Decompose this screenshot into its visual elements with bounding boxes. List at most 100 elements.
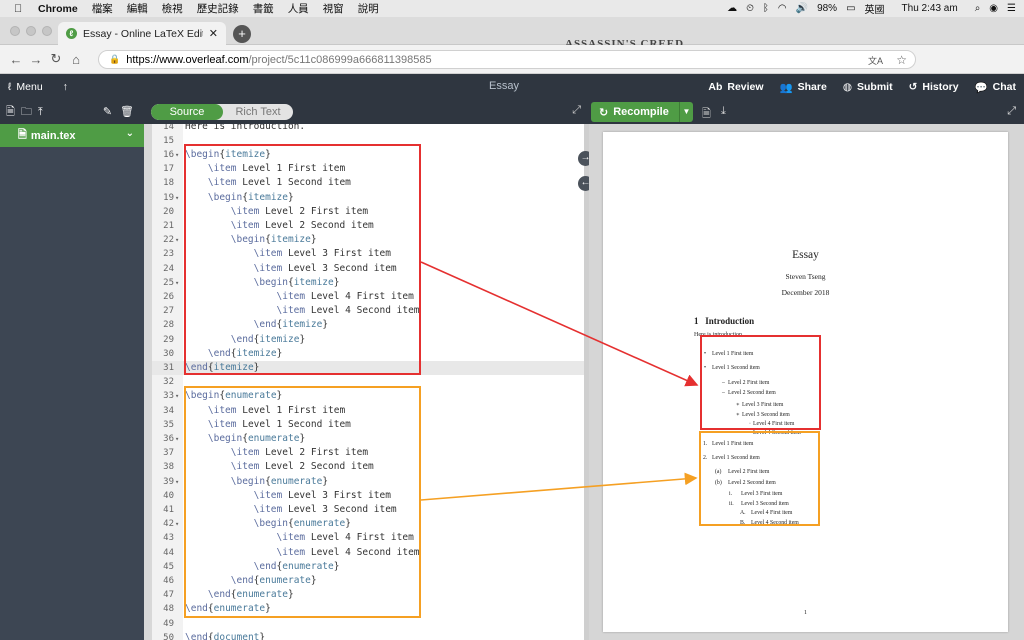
fold-arrow-icon[interactable]: ▾ bbox=[175, 233, 179, 247]
section-heading: 1 Introduction bbox=[694, 316, 755, 326]
line-number: 17 bbox=[163, 164, 174, 175]
submit-button[interactable]: ◍ Submit bbox=[843, 81, 893, 93]
lock-icon[interactable]: 🔒 bbox=[109, 54, 120, 65]
itemize-code-highlight-box bbox=[184, 144, 421, 375]
code-line[interactable]: 14 Here is introduction. bbox=[152, 124, 584, 134]
recompile-button[interactable]: ↻ Recompile ▼ bbox=[591, 102, 693, 122]
new-tab-button[interactable]: + bbox=[233, 25, 251, 43]
close-tab-icon[interactable]: ✕ bbox=[209, 27, 218, 40]
line-number: 21 bbox=[163, 220, 174, 231]
recompile-dropdown-icon[interactable]: ▼ bbox=[679, 102, 693, 122]
clock-history-icon[interactable]: ⏲ bbox=[746, 3, 754, 14]
menubar-item[interactable]: 人員 bbox=[288, 1, 309, 16]
file-item-main-tex[interactable]: 🗎 main.tex ⌄ bbox=[0, 124, 144, 147]
fold-arrow-icon[interactable]: ▾ bbox=[175, 432, 179, 446]
fold-arrow-icon[interactable]: ▾ bbox=[175, 148, 179, 162]
project-name[interactable]: Essay bbox=[489, 80, 519, 92]
line-number: 25 bbox=[163, 277, 174, 288]
code-text: \end{document} bbox=[185, 631, 266, 640]
bookmark-star-icon[interactable]: ☆ bbox=[896, 53, 907, 67]
upload-icon[interactable]: ⤒ bbox=[38, 106, 43, 119]
clock[interactable]: Thu 2:43 am bbox=[902, 3, 958, 14]
new-file-icon[interactable]: 🗎 bbox=[6, 103, 15, 122]
new-folder-icon[interactable]: 🗀 bbox=[21, 103, 32, 122]
fold-arrow-icon[interactable]: ▾ bbox=[175, 276, 179, 290]
fold-arrow-icon[interactable]: ▾ bbox=[175, 475, 179, 489]
back-icon[interactable]: ← bbox=[6, 52, 26, 67]
download-pdf-icon[interactable]: ⤓ bbox=[721, 105, 726, 118]
line-number: 41 bbox=[163, 504, 174, 515]
browser-tab[interactable]: ℓ Essay - Online LaTeX Editor Ov ✕ bbox=[58, 22, 226, 45]
rename-pencil-icon[interactable]: ✎ bbox=[103, 105, 112, 118]
file-tree-toolbar: 🗎 🗀 ⤒ ✎ 🗑 bbox=[0, 100, 144, 124]
share-button[interactable]: 👥 Share bbox=[780, 81, 827, 94]
sidebar-resize-handle[interactable] bbox=[144, 124, 152, 640]
apple-icon[interactable]:  bbox=[14, 3, 28, 15]
chat-icon: 💬 bbox=[974, 81, 988, 94]
home-icon[interactable]: ⌂ bbox=[66, 52, 86, 67]
view-logs-icon[interactable]: 🗎 bbox=[702, 105, 711, 124]
fold-arrow-icon[interactable]: ▾ bbox=[175, 389, 179, 403]
translate-icon[interactable]: 文A bbox=[868, 54, 883, 67]
file-icon: 🗎 bbox=[18, 129, 27, 141]
line-number: 44 bbox=[163, 547, 174, 558]
expand-pdf-icon[interactable]: ⤢ bbox=[1007, 105, 1016, 118]
menubar-item[interactable]: 編輯 bbox=[127, 1, 148, 16]
forward-icon[interactable]: → bbox=[26, 52, 46, 67]
review-button[interactable]: Ab Review bbox=[708, 81, 763, 93]
siri-icon[interactable]: ◉ bbox=[989, 3, 998, 14]
search-icon[interactable]: ⌕ bbox=[975, 3, 981, 14]
battery-icon[interactable]: ▭ bbox=[846, 3, 855, 14]
fold-arrow-icon[interactable]: ▾ bbox=[175, 191, 179, 205]
line-number: 20 bbox=[163, 206, 174, 217]
line-number: 46 bbox=[163, 575, 174, 586]
history-button[interactable]: ↺ History bbox=[909, 81, 959, 93]
wifi-icon[interactable]: ◠ bbox=[778, 3, 787, 14]
minimize-window-button[interactable] bbox=[26, 26, 36, 36]
line-number: 38 bbox=[163, 462, 174, 473]
menubar-item[interactable]: 歷史記錄 bbox=[197, 1, 239, 16]
doc-date: December 2018 bbox=[781, 288, 830, 297]
notification-center-icon[interactable]: ☰ bbox=[1007, 3, 1016, 14]
editor-toolbar: Source Rich Text ⤢ bbox=[144, 100, 589, 124]
line-number: 16 bbox=[163, 149, 174, 160]
close-window-button[interactable] bbox=[10, 26, 20, 36]
menu-button[interactable]: ℓ Menu bbox=[8, 81, 43, 93]
chat-button[interactable]: 💬 Chat bbox=[975, 81, 1016, 94]
menubar-item[interactable]: 檔案 bbox=[92, 1, 113, 16]
line-number: 27 bbox=[163, 306, 174, 317]
doc-author: Steven Tseng bbox=[785, 272, 826, 281]
rich-text-mode-button[interactable]: Rich Text bbox=[223, 104, 293, 120]
source-mode-button[interactable]: Source bbox=[151, 104, 223, 120]
zoom-window-button[interactable] bbox=[42, 26, 52, 36]
tab-title: Essay - Online LaTeX Editor Ov bbox=[83, 27, 203, 40]
chevron-down-icon[interactable]: ⌄ bbox=[126, 128, 134, 139]
line-number: 49 bbox=[163, 618, 174, 629]
fold-arrow-icon[interactable]: ▾ bbox=[175, 517, 179, 531]
line-number: 36 bbox=[163, 433, 174, 444]
expand-editor-icon[interactable]: ⤢ bbox=[572, 104, 581, 117]
menubar-item[interactable]: 書籤 bbox=[253, 1, 274, 16]
battery-percent[interactable]: 98% bbox=[817, 3, 837, 14]
input-method[interactable]: 英國 bbox=[865, 1, 885, 16]
globe-icon: ◍ bbox=[842, 81, 852, 93]
code-line[interactable]: 49 bbox=[152, 617, 584, 631]
menubar-item[interactable]: 說明 bbox=[358, 1, 379, 16]
enumerate-pdf-highlight-box bbox=[699, 431, 820, 526]
code-line[interactable]: 50 \end{document} bbox=[152, 631, 584, 640]
line-number: 30 bbox=[163, 348, 174, 359]
menubar-item[interactable]: 視窗 bbox=[323, 1, 344, 16]
url-field[interactable]: 🔒 https://www.overleaf.com /project/5c11… bbox=[98, 50, 916, 69]
delete-trash-icon[interactable]: 🗑 bbox=[120, 105, 134, 118]
app-menu[interactable]: Chrome bbox=[38, 3, 78, 15]
back-to-projects-icon[interactable]: ↑ bbox=[63, 81, 68, 93]
toolbar-actions: Ab Review 👥 Share ◍ Submit ↺ History 💬 Chat bbox=[708, 74, 1016, 100]
enumerate-code-highlight-box bbox=[184, 386, 421, 618]
reload-icon[interactable]: ↻ bbox=[46, 51, 66, 67]
volume-icon[interactable]: 🔊 bbox=[796, 3, 808, 14]
line-number: 23 bbox=[163, 249, 174, 260]
cloud-icon[interactable]: ☁ bbox=[727, 3, 737, 14]
line-number: 34 bbox=[163, 405, 174, 416]
menubar-item[interactable]: 檢視 bbox=[162, 1, 183, 16]
bluetooth-icon[interactable]: ᛒ bbox=[763, 3, 769, 14]
